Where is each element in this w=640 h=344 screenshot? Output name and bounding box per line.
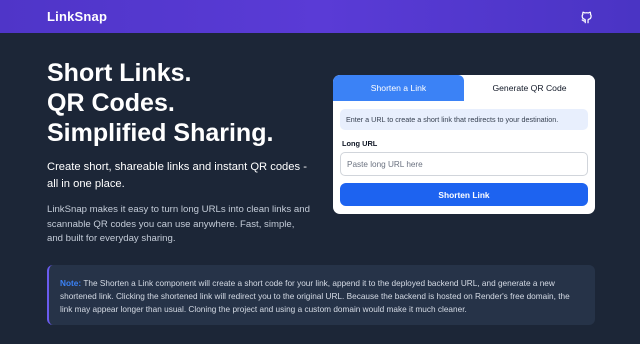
hero-tagline: Create short, shareable links and instan… — [47, 161, 307, 190]
note-label: Note: — [60, 279, 84, 288]
long-url-input[interactable] — [340, 152, 588, 176]
shorten-link-button[interactable]: Shorten Link — [340, 183, 588, 206]
info-message: Enter a URL to create a short link that … — [340, 109, 588, 130]
hero-title-line-1: Short Links. — [47, 59, 192, 87]
brand-logo[interactable]: LinkSnap — [47, 9, 107, 24]
hero-section: Short Links. QR Codes. Simplified Sharin… — [47, 58, 317, 247]
shortener-card: Shorten a Link Generate QR Code Enter a … — [333, 75, 595, 214]
hero-title-line-2: QR Codes. — [47, 89, 175, 117]
card-tabs: Shorten a Link Generate QR Code — [333, 75, 595, 101]
tab-shorten-link[interactable]: Shorten a Link — [333, 75, 464, 101]
hero-description: LinkSnap makes it easy to turn long URLs… — [47, 204, 310, 245]
navbar: LinkSnap — [0, 0, 640, 33]
github-icon[interactable] — [580, 10, 594, 24]
hero-title-line-3: Simplified Sharing. — [47, 119, 274, 147]
long-url-label: Long URL — [342, 139, 378, 148]
hero-title: Short Links. QR Codes. Simplified Sharin… — [47, 58, 317, 148]
note-box: Note: The Shorten a Link component will … — [47, 265, 595, 325]
note-text: The Shorten a Link component will create… — [60, 279, 570, 314]
tab-generate-qr[interactable]: Generate QR Code — [464, 75, 595, 101]
card-body: Enter a URL to create a short link that … — [333, 101, 595, 206]
